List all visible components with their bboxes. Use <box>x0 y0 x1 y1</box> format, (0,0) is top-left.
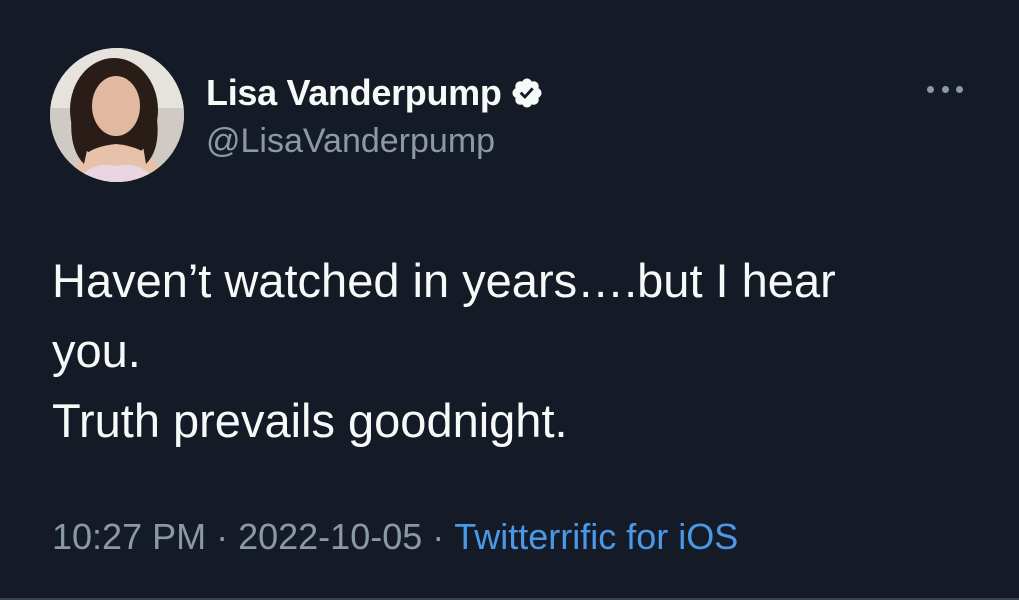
meta-separator: · <box>432 516 445 557</box>
tweet-card: Lisa Vanderpump @LisaVanderpump Haven’t … <box>0 0 1019 600</box>
verified-badge-icon <box>510 76 544 110</box>
more-dot <box>927 85 934 93</box>
avatar-image <box>50 48 184 182</box>
tweet-text-line: Haven’t watched in years….but I hear <box>52 254 836 307</box>
tweet-text-line: you. <box>52 324 141 377</box>
tweet-metadata: 10:27 PM · 2022-10-05 · Twitterrific for iOS <box>52 516 738 558</box>
avatar[interactable] <box>50 48 184 182</box>
author-handle[interactable]: @LisaVanderpump <box>206 122 495 161</box>
tweet-source-link[interactable]: Twitterrific for iOS <box>454 516 738 557</box>
tweet-text: Haven’t watched in years….but I hear you… <box>52 246 982 456</box>
meta-separator: · <box>216 516 229 557</box>
more-dot <box>941 85 949 93</box>
more-dot <box>956 85 963 93</box>
display-name[interactable]: Lisa Vanderpump <box>206 72 502 114</box>
tweet-time[interactable]: 10:27 PM <box>52 516 206 557</box>
more-options-icon[interactable] <box>927 82 963 96</box>
tweet-date[interactable]: 2022-10-05 <box>238 516 422 557</box>
author-name-row[interactable]: Lisa Vanderpump <box>206 70 544 116</box>
tweet-text-line: Truth prevails goodnight. <box>52 394 568 447</box>
